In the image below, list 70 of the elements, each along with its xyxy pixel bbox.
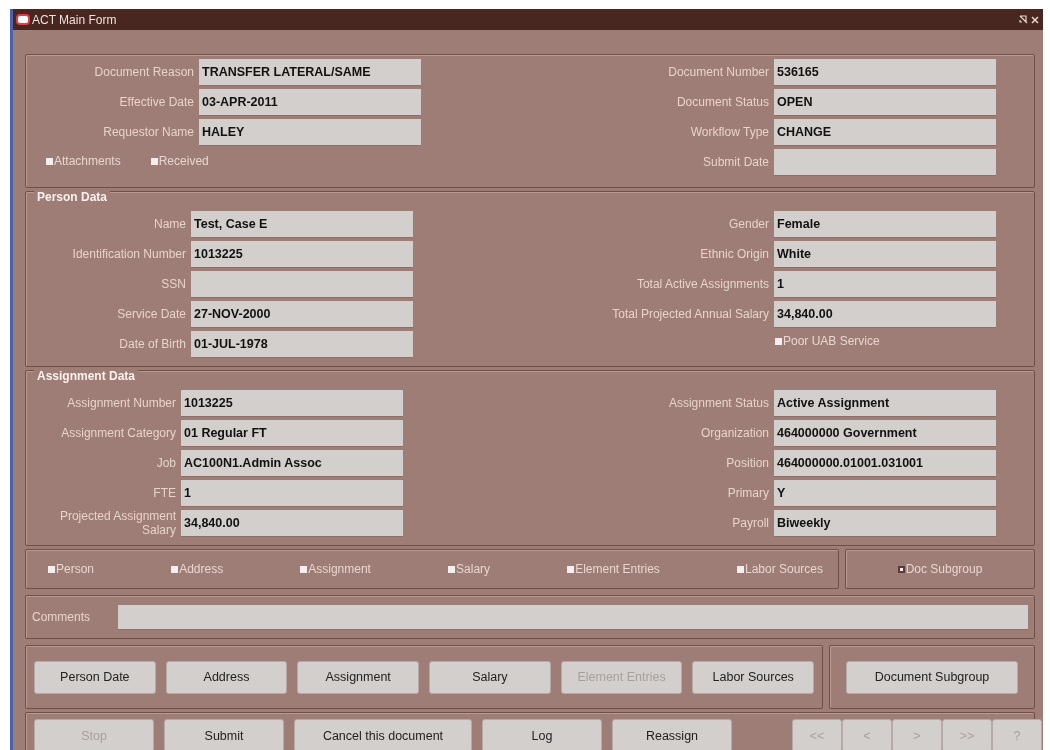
comments-field[interactable]: [118, 604, 1028, 630]
input-field[interactable]: Test, Case E: [191, 210, 413, 238]
field-label: Workflow Type: [689, 125, 769, 139]
section-button[interactable]: Labor Sources: [692, 660, 815, 694]
window-title: ACT Main Form: [32, 12, 117, 27]
input-field[interactable]: 464000000 Government: [774, 419, 996, 447]
section-button[interactable]: Address: [165, 660, 288, 694]
field-label: Comments: [32, 610, 91, 624]
field-label: Assignment Status: [667, 396, 769, 410]
input-field[interactable]: 34,840.00: [774, 300, 996, 328]
input-field[interactable]: CHANGE: [774, 118, 996, 146]
input-field[interactable]: AC100N1.Admin Assoc: [181, 449, 403, 477]
field-label: Date of Birth: [118, 337, 186, 351]
field-label: Service Date: [116, 307, 186, 321]
section-title: Person Data: [34, 190, 111, 204]
field-label: Payroll: [731, 516, 769, 530]
input-field[interactable]: White: [774, 240, 996, 268]
input-field[interactable]: 1: [181, 479, 403, 507]
action-button[interactable]: Log: [482, 719, 602, 750]
input-field[interactable]: TRANSFER LATERAL/SAME: [199, 58, 421, 86]
section-title: Assignment Data: [34, 369, 139, 383]
action-button[interactable]: Reassign: [612, 719, 732, 750]
field-label: FTE: [152, 486, 176, 500]
field-label: Document Reason: [93, 65, 194, 79]
input-field[interactable]: Biweekly: [774, 509, 996, 537]
section-button[interactable]: Salary: [429, 660, 551, 694]
field-label: Document Status: [675, 95, 769, 109]
app-logo-icon: [16, 14, 30, 25]
input-field[interactable]: 536165: [774, 58, 996, 86]
field-label: Assignment Number: [66, 396, 176, 410]
field-label: Total Projected Annual Salary: [611, 307, 769, 321]
field-label: Ethnic Origin: [699, 247, 769, 261]
input-field[interactable]: 03-APR-2011: [199, 88, 421, 116]
input-field[interactable]: HALEY: [199, 118, 421, 146]
input-field[interactable]: [191, 270, 413, 298]
input-field[interactable]: OPEN: [774, 88, 996, 116]
field-label: Effective Date: [118, 95, 194, 109]
field-label: Total Active Assignments: [635, 277, 769, 291]
restore-icon[interactable]: [1019, 15, 1028, 24]
field-label: Projected Assignment Salary: [58, 509, 176, 537]
field-label: Gender: [727, 217, 769, 231]
field-label: Primary: [726, 486, 769, 500]
section-button[interactable]: Person Date: [34, 660, 156, 694]
action-button[interactable]: Cancel this document: [294, 719, 472, 750]
input-field[interactable]: 1013225: [191, 240, 413, 268]
field-label: Assignment Category: [60, 426, 176, 440]
input-field[interactable]: [774, 148, 996, 176]
input-field[interactable]: 01 Regular FT: [181, 419, 403, 447]
input-field[interactable]: 34,840.00: [181, 509, 403, 537]
close-icon[interactable]: [1031, 15, 1039, 24]
input-field[interactable]: 464000000.01001.031001: [774, 449, 996, 477]
input-field[interactable]: 1013225: [181, 389, 403, 417]
field-label: SSN: [160, 277, 186, 291]
field-label: Requestor Name: [102, 125, 194, 139]
field-label: Name: [153, 217, 186, 231]
input-field[interactable]: Active Assignment: [774, 389, 996, 417]
input-field[interactable]: 01-JUL-1978: [191, 330, 413, 358]
input-field[interactable]: 1: [774, 270, 996, 298]
action-button[interactable]: Submit: [164, 719, 284, 750]
field-label: Identification Number: [71, 247, 186, 261]
input-field[interactable]: Female: [774, 210, 996, 238]
input-field[interactable]: 27-NOV-2000: [191, 300, 413, 328]
subgroup-button[interactable]: Document Subgroup: [846, 660, 1018, 694]
field-label: Job: [155, 456, 176, 470]
field-label: Organization: [699, 426, 769, 440]
field-label: Position: [725, 456, 769, 470]
input-field[interactable]: Y: [774, 479, 996, 507]
field-label: Submit Date: [701, 155, 769, 169]
section-button[interactable]: Assignment: [297, 660, 419, 694]
field-label: Document Number: [667, 65, 769, 79]
